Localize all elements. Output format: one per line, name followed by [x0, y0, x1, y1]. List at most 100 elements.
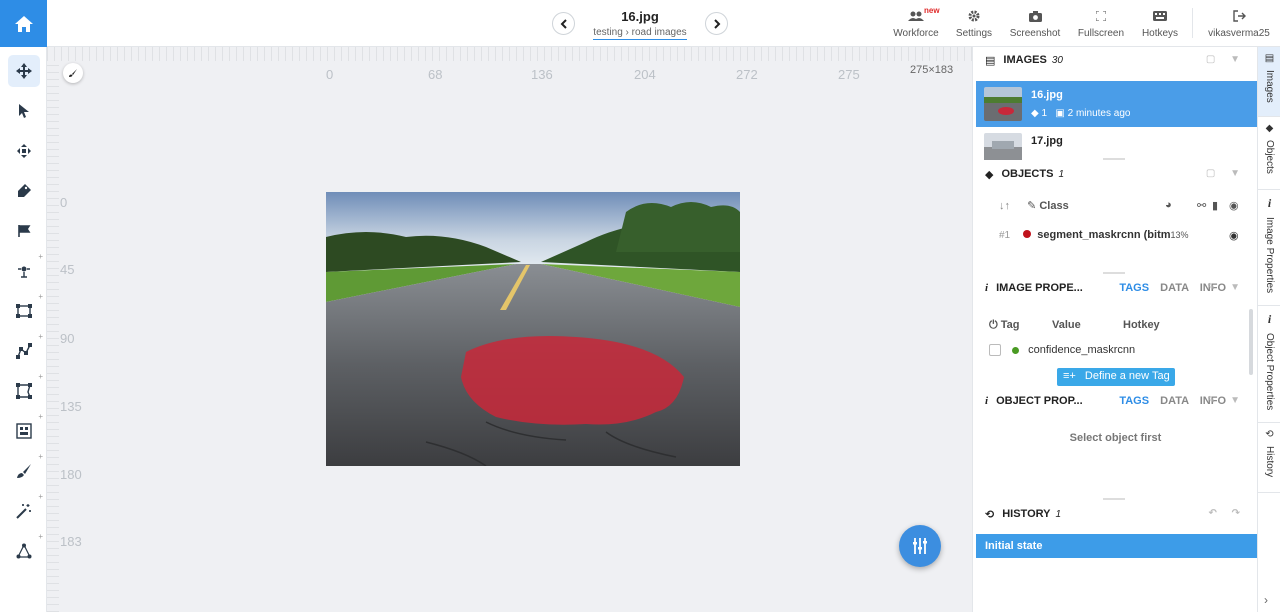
breadcrumb[interactable]: testing › road images [593, 27, 687, 40]
tab-tags[interactable]: TAGS [1119, 395, 1149, 407]
brush-icon [69, 69, 77, 77]
copy-filter-icons[interactable]: ▢ ▼ [1206, 168, 1246, 179]
ruler-y-label: 45 [60, 262, 75, 277]
ruler-x-label: 136 [531, 67, 553, 82]
resize-grip[interactable] [1103, 498, 1125, 500]
tag-row[interactable]: confidence_maskrcnn [989, 344, 1249, 360]
image-properties-header: i IMAGE PROPE... TAGS DATA INFO ✎ ▼ [973, 275, 1258, 301]
eye-icon[interactable]: ◉ [1229, 229, 1239, 242]
side-tab-images[interactable]: ▤ Images [1258, 47, 1280, 117]
image-list-item[interactable]: 16.jpg ◆ 1 ▣ 2 minutes ago [976, 81, 1257, 127]
point-icon [18, 266, 30, 278]
flag-tool-button[interactable] [8, 215, 40, 247]
pan-tool-button[interactable] [8, 55, 40, 87]
previous-image-button[interactable] [552, 12, 575, 35]
eye-icon[interactable]: ◉ [1229, 199, 1239, 212]
trash-icon[interactable]: ▮ [1212, 199, 1218, 212]
screenshot-button[interactable]: Screenshot [1008, 8, 1062, 39]
hotkey-column-header: Hotkey [1123, 319, 1160, 331]
link-icon[interactable]: ⚯ [1197, 199, 1206, 212]
screenshot-label: Screenshot [1009, 28, 1061, 39]
image-file-name: 16.jpg [621, 9, 659, 24]
tag-checkbox[interactable] [989, 344, 1001, 357]
value-column-header: Value [1052, 319, 1081, 331]
chevron-left-icon [560, 18, 567, 29]
hotkeys-button[interactable]: Hotkeys [1138, 8, 1182, 39]
tab-data[interactable]: DATA [1160, 282, 1189, 294]
point-tool-button[interactable]: + [8, 252, 43, 287]
object-properties-header: i OBJECT PROP... TAGS DATA INFO ✎ ▼ [973, 388, 1258, 414]
tag-icon [18, 184, 31, 197]
side-tab-label: Object Properties [1264, 333, 1275, 411]
smart-tool-button[interactable]: + [8, 492, 43, 527]
plus-icon: + [38, 532, 43, 541]
object-percent: 13% [1170, 230, 1189, 240]
chevron-right-icon[interactable]: › [1264, 593, 1268, 607]
new-badge: new [924, 6, 940, 15]
object-row[interactable]: #1 segment_maskrcnn (bitm13% ◉ [999, 229, 1249, 242]
tab-data[interactable]: DATA [1160, 395, 1189, 407]
copy-filter-icons[interactable]: ▢ ▼ [1206, 54, 1246, 65]
next-image-button[interactable] [705, 12, 728, 35]
cursor-icon [19, 104, 29, 118]
side-tab-objects[interactable]: ◆ Objects [1258, 117, 1280, 190]
objects-columns: ↓↑ ✎ Class ◕ ⚯ ▮ ◉ [999, 199, 1249, 212]
ruler-x-label: 0 [326, 67, 334, 82]
resize-grip[interactable] [1103, 158, 1125, 160]
mask-tool-button[interactable]: + [8, 412, 43, 447]
bbox-tool-button[interactable]: + [8, 292, 43, 327]
plus-icon: + [38, 372, 43, 381]
layers-icon: ◆ [1265, 123, 1274, 134]
history-icon: ⟲ [985, 508, 995, 521]
undo-redo-icons[interactable]: ↶ ↷ [1208, 508, 1246, 519]
filters-fab-button[interactable] [899, 525, 941, 567]
info-icon: i [985, 395, 989, 407]
info-icon: i [1267, 196, 1272, 210]
drag-tool-button[interactable] [8, 135, 40, 167]
graph-tool-button[interactable]: + [8, 532, 43, 567]
logout-button[interactable]: vikasverma25 [1204, 8, 1274, 39]
ruler-y-label: 135 [60, 399, 82, 414]
ruler-x-label: 68 [428, 67, 443, 82]
image-list-item[interactable]: 17.jpg [976, 127, 1257, 160]
define-tag-button[interactable]: ≡+ Define a new Tag [1057, 368, 1175, 386]
sort-icon[interactable]: ↓↑ [999, 200, 1010, 212]
polyline-tool-button[interactable]: + [8, 332, 43, 367]
annotation-canvas[interactable]: 0 68 136 204 272 275 0 45 90 135 180 183… [47, 47, 972, 612]
side-tab-image-properties[interactable]: i Image Properties [1258, 190, 1280, 306]
settings-button[interactable]: Settings [953, 8, 995, 39]
brush-icon: ✎ [1027, 200, 1037, 212]
polygon-tool-button[interactable]: + [8, 372, 43, 407]
scrollbar[interactable] [1249, 309, 1253, 375]
edit-filter-icons[interactable]: ✎ ▼ [1207, 282, 1246, 293]
select-tool-button[interactable] [8, 95, 40, 127]
side-tab-object-properties[interactable]: i Object Properties [1258, 306, 1280, 423]
resize-grip[interactable] [1103, 272, 1125, 274]
class-color-icon[interactable]: ◕ [1165, 199, 1172, 211]
people-icon [908, 11, 924, 21]
fullscreen-button[interactable]: Fullscreen [1075, 8, 1127, 39]
image-object-count: 1 [1041, 108, 1048, 119]
canvas-settings-button[interactable] [63, 63, 83, 83]
image-name: 16.jpg [1031, 89, 1063, 101]
class-column-header[interactable]: ✎ Class [1027, 200, 1069, 212]
history-item[interactable]: Initial state [976, 534, 1257, 558]
power-icon[interactable]: ⏻ [989, 319, 998, 331]
ruler-y-label: 0 [60, 195, 68, 210]
move-arrows-icon [16, 63, 32, 79]
ruler-y-label: 183 [60, 534, 82, 549]
history-title: HISTORY [1002, 508, 1051, 520]
brush-tool-button[interactable]: + [8, 452, 43, 487]
side-tab-label: Image Properties [1264, 217, 1275, 294]
chevron-right-icon [713, 18, 720, 29]
tab-tags[interactable]: TAGS [1119, 282, 1149, 294]
road-image[interactable] [326, 192, 740, 466]
tag-tool-button[interactable] [8, 175, 40, 207]
edit-filter-icons[interactable]: ✎ ▼ [1207, 395, 1246, 406]
side-tab-history[interactable]: ⟲ History [1258, 423, 1280, 493]
home-button[interactable] [0, 0, 47, 47]
plus-icon: + [38, 452, 43, 461]
object-index: #1 [999, 230, 1011, 241]
objects-title: OBJECTS [1001, 168, 1054, 180]
side-tabs: ▤ Images ◆ Objects i Image Properties i … [1257, 47, 1280, 612]
